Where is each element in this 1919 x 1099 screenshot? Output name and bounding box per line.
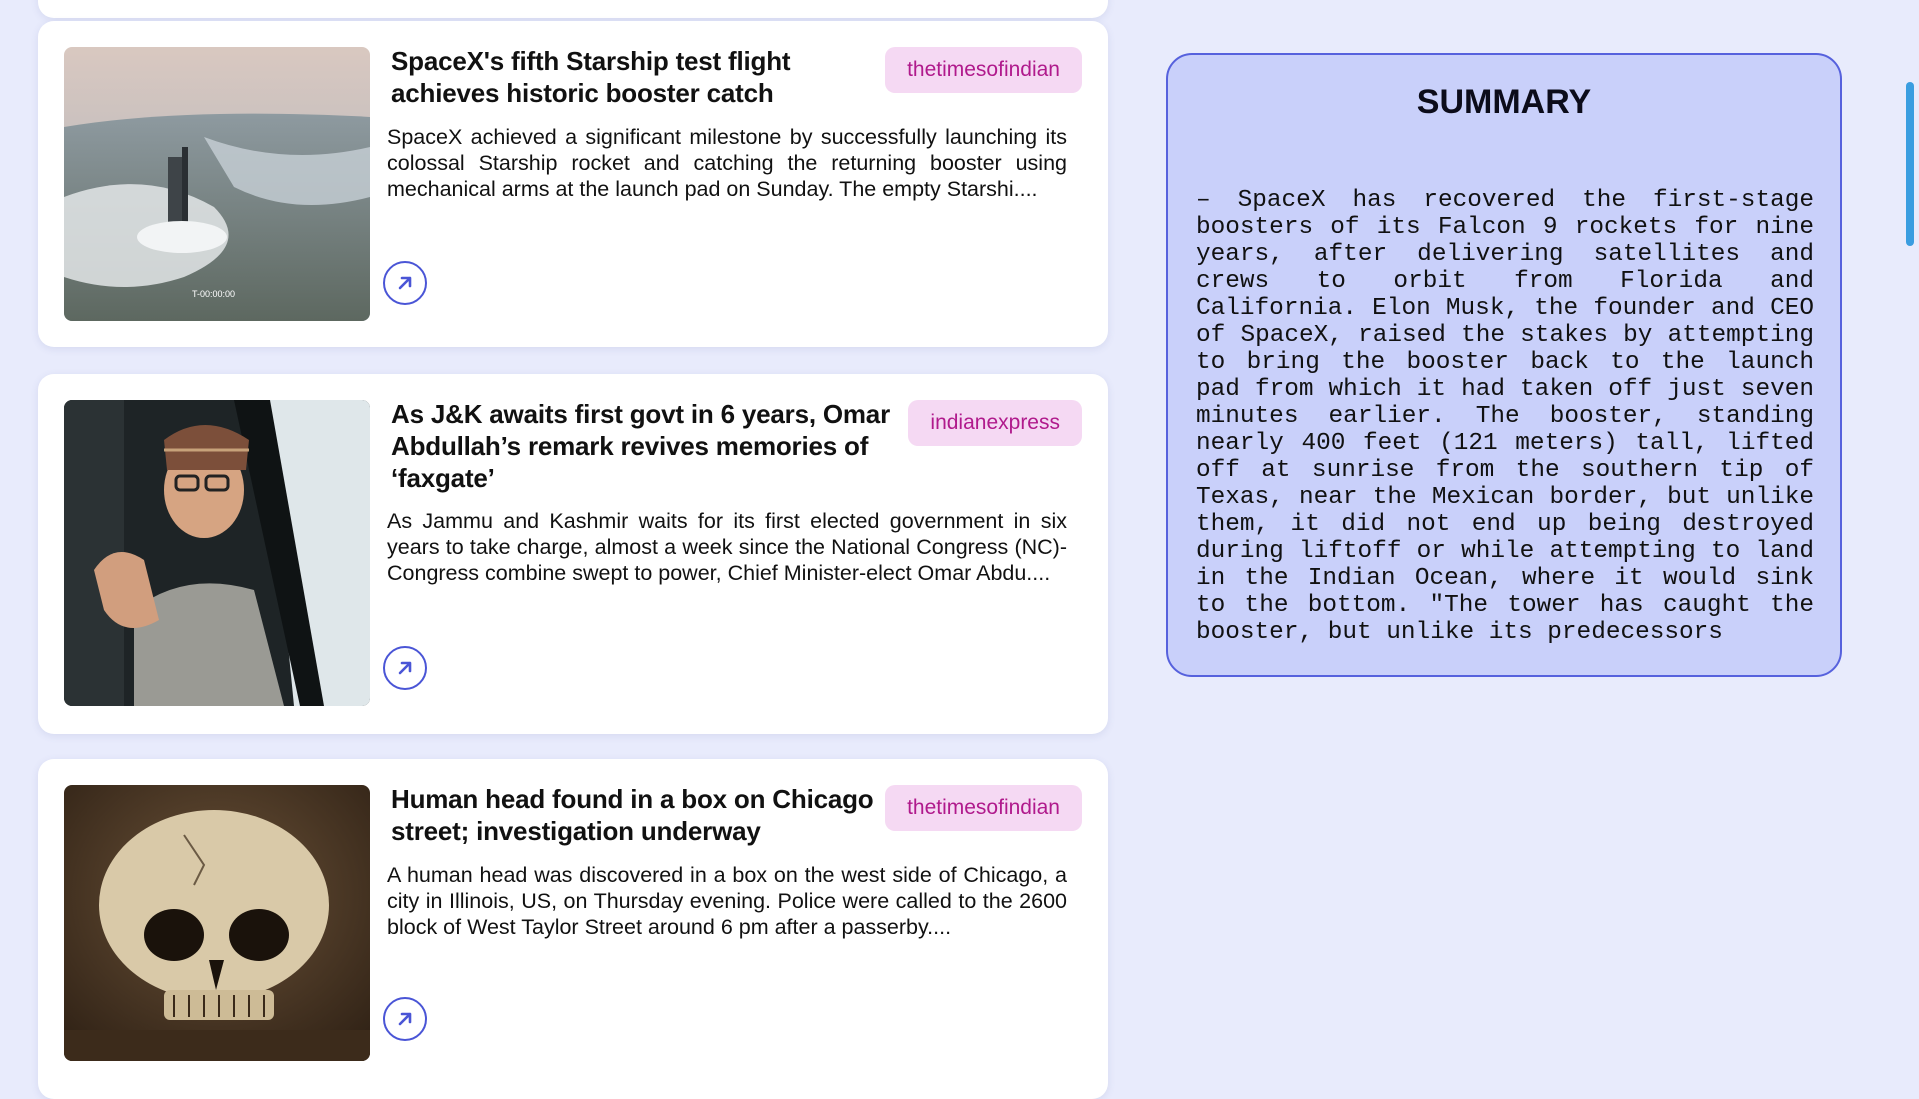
open-article-button[interactable] — [383, 997, 427, 1041]
news-thumbnail[interactable] — [64, 785, 370, 1061]
open-article-button[interactable] — [383, 261, 427, 305]
summary-panel: SUMMARY – SpaceX has recovered the first… — [1166, 53, 1842, 677]
news-card: As J&K awaits first govt in 6 years, Oma… — [38, 374, 1108, 734]
svg-text:T-00:00:00: T-00:00:00 — [192, 289, 235, 299]
open-article-button[interactable] — [383, 646, 427, 690]
arrow-up-right-icon — [398, 276, 412, 290]
news-card: T-00:00:00 SpaceX's fifth Starship test … — [38, 21, 1108, 347]
news-thumbnail[interactable]: T-00:00:00 — [64, 47, 370, 321]
news-title[interactable]: SpaceX's fifth Starship test flight achi… — [391, 45, 891, 109]
source-badge: thetimesofindian — [885, 47, 1082, 93]
source-badge: thetimesofindian — [885, 785, 1082, 831]
source-badge: indianexpress — [908, 400, 1082, 446]
arrow-up-right-icon — [398, 661, 412, 675]
news-description: A human head was discovered in a box on … — [387, 863, 1067, 939]
summary-title: SUMMARY — [1416, 83, 1592, 121]
skull-photo — [64, 785, 370, 1061]
news-title[interactable]: Human head found in a box on Chicago str… — [391, 783, 891, 847]
news-card: Human head found in a box on Chicago str… — [38, 759, 1108, 1099]
news-thumbnail[interactable] — [64, 400, 370, 706]
summary-text: – SpaceX has recovered the first-stage b… — [1196, 187, 1814, 646]
politician-car-photo — [64, 400, 370, 706]
news-description: As Jammu and Kashmir waits for its first… — [387, 509, 1067, 585]
arrow-up-right-icon — [398, 1012, 412, 1026]
news-title[interactable]: As J&K awaits first govt in 6 years, Oma… — [391, 398, 891, 494]
scrollbar-thumb[interactable] — [1906, 82, 1914, 246]
news-description: SpaceX achieved a significant milestone … — [387, 125, 1067, 201]
previous-news-card — [38, 0, 1108, 18]
starship-launch-photo: T-00:00:00 — [64, 47, 370, 321]
